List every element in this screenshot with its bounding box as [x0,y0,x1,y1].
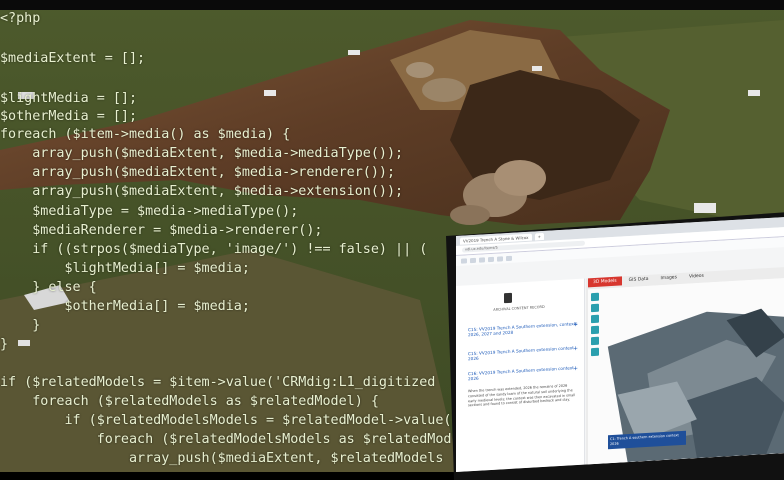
record-panel: ARCHIVAL CONTENT RECORD C15: VV2019 Tren… [456,278,585,472]
viewer-tools [591,292,599,357]
related-item-link[interactable]: C15: VV2019 Trench A Southern extension,… [468,321,578,337]
tab-3d-models[interactable]: 3D Models [588,276,622,288]
measure-icon[interactable] [591,336,599,346]
related-item-link[interactable]: C15: VV2019 Trench A Southern extension … [468,345,578,361]
document-icon [504,292,512,304]
new-tab-button[interactable]: + [534,232,544,240]
add-icon[interactable]: + [573,345,578,352]
record-description: When the trench was extended, 2026 the r… [468,383,576,408]
media-panel: 3D Models GIS Data Images Videos C1: Tre… [586,266,784,465]
toolbar-button[interactable] [497,255,503,262]
fullscreen-icon[interactable] [591,347,599,357]
add-icon[interactable]: + [573,321,578,328]
zoom-out-icon[interactable] [591,314,599,324]
toolbar-button[interactable] [461,257,467,264]
zoom-in-icon[interactable] [591,303,599,313]
3d-model-viewer[interactable]: C1: Trench A southern extension context … [588,277,784,465]
toolbar-button[interactable] [470,257,476,263]
toolbar-button[interactable] [479,256,485,263]
related-item-link[interactable]: C16: VV2019 Trench A Southern extension … [468,365,578,381]
panel-caption: ARCHIVAL CONTENT RECORD [493,304,545,312]
home-icon[interactable] [591,292,599,302]
tab-images[interactable]: Images [655,273,681,284]
add-icon[interactable]: + [573,365,578,372]
toolbar-button[interactable] [506,255,512,261]
toolbar-button[interactable] [488,256,494,262]
light-icon[interactable] [591,325,599,335]
tab-gis-data[interactable]: GIS Data [624,275,654,286]
tab-videos[interactable]: Videos [684,271,709,281]
laptop-screen: VV2019 Trench A Stone & Wilcox + vdl.ux.… [456,216,784,472]
